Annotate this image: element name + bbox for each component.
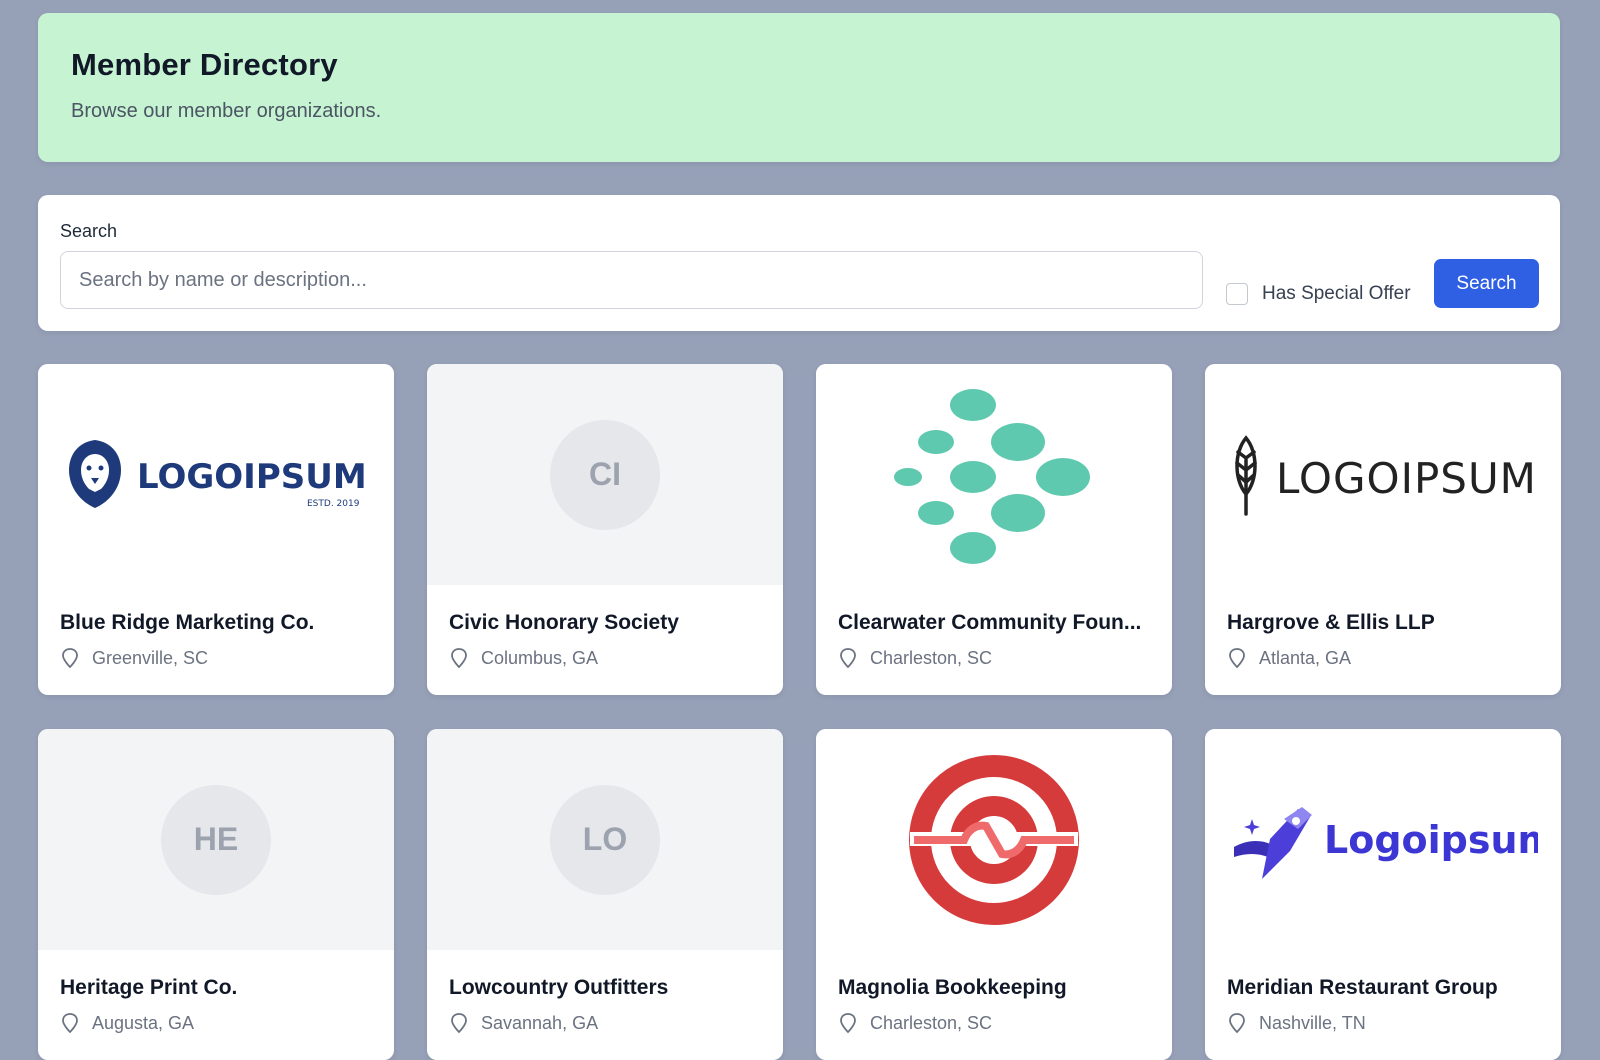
member-initials-avatar: CI <box>550 419 660 530</box>
location-pin-icon <box>840 1013 856 1034</box>
member-name: Civic Honorary Society <box>449 611 679 634</box>
member-location: Augusta, GA <box>38 1000 394 1060</box>
special-offer-label[interactable]: Has Special Offer <box>1262 283 1411 305</box>
member-card[interactable]: Logoipsum Meridian Restaurant Group Nash… <box>1205 729 1561 1060</box>
member-logo-placeholder: HE <box>38 729 394 950</box>
member-card[interactable]: Clearwater Community Foun... Charleston,… <box>816 364 1172 695</box>
member-card[interactable]: LO Lowcountry Outfitters Savannah, GA <box>427 729 783 1060</box>
location-pin-icon <box>62 648 78 669</box>
location-pin-icon <box>1229 1013 1245 1034</box>
page-header: Member Directory Browse our member organ… <box>38 13 1560 162</box>
member-name: Heritage Print Co. <box>60 976 238 999</box>
member-name: Meridian Restaurant Group <box>1227 976 1498 999</box>
member-logo-placeholder: LO <box>427 729 783 950</box>
svg-text:LOGOIPSUM: LOGOIPSUM <box>137 457 367 497</box>
dots-logo-icon <box>894 388 1090 564</box>
svg-text:LOGOIPSUM: LOGOIPSUM <box>1276 454 1537 503</box>
member-name: Clearwater Community Foun... <box>838 611 1142 634</box>
rocket-logo-icon: Logoipsum <box>1234 806 1538 879</box>
member-location: Nashville, TN <box>1205 1000 1561 1060</box>
member-name: Lowcountry Outfitters <box>449 976 669 999</box>
member-location: Atlanta, GA <box>1205 635 1561 695</box>
member-card[interactable]: LOGOIPSUM ESTD. 2019 Blue Ridge Marketin… <box>38 364 394 695</box>
page-title: Member Directory <box>71 47 338 82</box>
member-initials-avatar: LO <box>550 784 660 895</box>
location-pin-icon <box>62 1013 78 1034</box>
location-pin-icon <box>451 648 467 669</box>
member-location-text: Charleston, SC <box>870 647 993 668</box>
member-location-text: Atlanta, GA <box>1259 647 1352 668</box>
member-logo: LOGOIPSUM ESTD. 2019 <box>38 364 394 585</box>
member-location-text: Charleston, SC <box>870 1012 993 1033</box>
member-location-text: Savannah, GA <box>481 1012 599 1033</box>
svg-text:Logoipsum: Logoipsum <box>1324 818 1538 862</box>
svg-text:ESTD. 2019: ESTD. 2019 <box>307 499 360 509</box>
member-location: Savannah, GA <box>427 1000 783 1060</box>
special-offer-filter[interactable]: Has Special Offer <box>1226 283 1411 305</box>
member-location: Columbus, GA <box>427 635 783 695</box>
search-button[interactable]: Search <box>1434 259 1539 308</box>
feather-logo-icon: LOGOIPSUM <box>1235 434 1537 516</box>
search-input[interactable] <box>60 251 1203 309</box>
member-logo <box>816 729 1172 950</box>
member-location-text: Columbus, GA <box>481 647 599 668</box>
location-pin-icon <box>840 648 856 669</box>
member-card[interactable]: LOGOIPSUM Hargrove & Ellis LLP Atlanta, … <box>1205 364 1561 695</box>
member-logo <box>816 364 1172 585</box>
member-logo: Logoipsum <box>1205 729 1561 950</box>
member-location-text: Nashville, TN <box>1259 1012 1366 1033</box>
member-initials-avatar: HE <box>161 784 271 895</box>
member-location: Charleston, SC <box>816 635 1172 695</box>
special-offer-checkbox[interactable] <box>1226 283 1248 305</box>
member-location-text: Augusta, GA <box>92 1012 195 1033</box>
member-location-text: Greenville, SC <box>92 647 209 668</box>
search-panel: Search Has Special Offer Search <box>38 195 1560 331</box>
member-name: Magnolia Bookkeeping <box>838 976 1067 999</box>
page-subtitle: Browse our member organizations. <box>71 100 382 122</box>
member-location: Greenville, SC <box>38 635 394 695</box>
search-label: Search <box>60 221 118 241</box>
member-logo-placeholder: CI <box>427 364 783 585</box>
member-logo: LOGOIPSUM <box>1205 364 1561 585</box>
member-name: Blue Ridge Marketing Co. <box>60 611 315 634</box>
member-card[interactable]: CI Civic Honorary Society Columbus, GA <box>427 364 783 695</box>
location-pin-icon <box>451 1013 467 1034</box>
member-location: Charleston, SC <box>816 1000 1172 1060</box>
red-swirl-logo-icon <box>909 754 1079 925</box>
member-card[interactable]: Magnolia Bookkeeping Charleston, SC <box>816 729 1172 1060</box>
location-pin-icon <box>1229 648 1245 669</box>
member-card[interactable]: HE Heritage Print Co. Augusta, GA <box>38 729 394 1060</box>
member-name: Hargrove & Ellis LLP <box>1227 611 1435 634</box>
lion-logo-icon: LOGOIPSUM ESTD. 2019 <box>69 439 367 509</box>
